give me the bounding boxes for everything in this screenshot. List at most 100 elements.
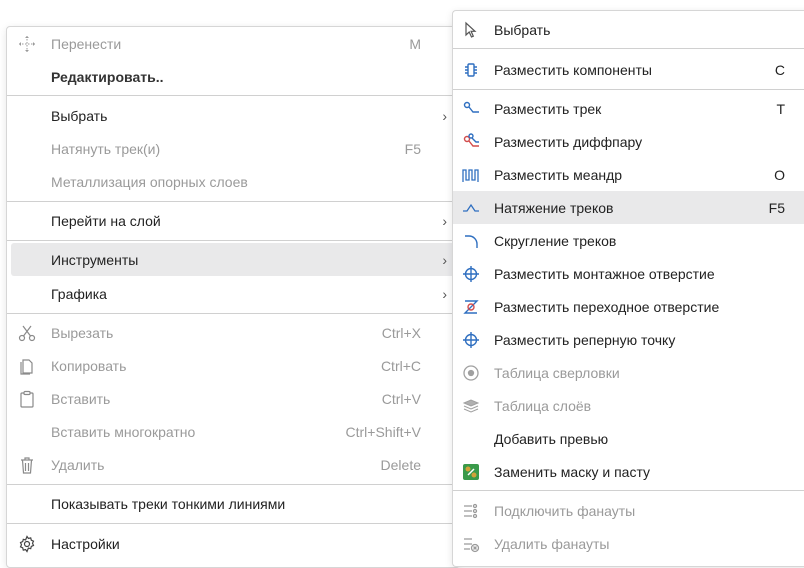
submenu-item-add-preview[interactable]: Добавить превью [453, 422, 804, 455]
separator [7, 240, 459, 241]
menu-item-delete[interactable]: Удалить Delete [7, 448, 459, 481]
paste-icon [17, 389, 37, 409]
menu-item-pull-track[interactable]: Натянуть трек(и) F5 [7, 132, 459, 165]
chevron-right-icon: › [442, 212, 447, 229]
submenu-item-delete-fanouts[interactable]: Удалить фанауты [453, 527, 804, 560]
tools-submenu: Выбрать Разместить компоненты C Размести… [452, 10, 804, 567]
menu-item-copy[interactable]: Копировать Ctrl+C [7, 349, 459, 382]
menu-item-label: Удалить фанауты [494, 535, 610, 552]
submenu-item-place-meander[interactable]: Разместить меандр O [453, 158, 804, 191]
menu-item-thin-tracks[interactable]: Показывать треки тонкими линиями [7, 487, 459, 520]
mask-paste-icon [461, 462, 481, 482]
menu-item-settings[interactable]: Настройки [7, 527, 459, 560]
submenu-item-place-track[interactable]: Разместить трек T [453, 92, 804, 125]
shortcut: O [774, 166, 785, 183]
meander-icon [461, 165, 481, 185]
chevron-right-icon: › [442, 107, 447, 124]
menu-item-label: Натяжение треков [494, 199, 614, 216]
menu-item-label: Настройки [51, 535, 120, 552]
submenu-item-place-components[interactable]: Разместить компоненты C [453, 53, 804, 86]
mounting-hole-icon [461, 264, 481, 284]
gear-icon [17, 534, 37, 554]
menu-item-label: Металлизация опорных слоев [51, 173, 248, 190]
submenu-item-track-rounding[interactable]: Скругление треков [453, 224, 804, 257]
submenu-item-via[interactable]: Разместить переходное отверстие [453, 290, 804, 323]
submenu-item-replace-mask-paste[interactable]: Заменить маску и пасту [453, 455, 804, 488]
shortcut: F5 [768, 199, 785, 216]
shortcut: Ctrl+C [380, 357, 421, 374]
shortcut: T [776, 100, 785, 117]
submenu-item-select[interactable]: Выбрать [453, 13, 804, 46]
menu-item-move[interactable]: Перенести M [7, 27, 459, 60]
menu-item-label: Разместить трек [494, 100, 602, 117]
menu-item-metallization[interactable]: Металлизация опорных слоев [7, 165, 459, 198]
menu-item-label: Инструменты [51, 251, 139, 268]
menu-item-label: Показывать треки тонкими линиями [51, 495, 286, 512]
submenu-item-fiducial[interactable]: Разместить реперную точку [453, 323, 804, 356]
menu-item-graphics[interactable]: Графика › [7, 277, 459, 310]
menu-item-label: Выбрать [51, 107, 108, 124]
component-icon [461, 60, 481, 80]
menu-item-label: Перейти на слой [51, 212, 161, 229]
menu-item-tools[interactable]: Инструменты › [11, 243, 455, 276]
menu-item-label: Вырезать [51, 324, 114, 341]
menu-item-label: Скругление треков [494, 232, 617, 249]
menu-item-select[interactable]: Выбрать › [7, 99, 459, 132]
menu-item-cut[interactable]: Вырезать Ctrl+X [7, 316, 459, 349]
separator [7, 95, 459, 96]
chevron-right-icon: › [442, 251, 447, 268]
fiducial-icon [461, 330, 481, 350]
menu-item-label: Выбрать [494, 21, 551, 38]
trash-icon [17, 455, 37, 475]
menu-item-label: Разместить монтажное отверстие [494, 265, 715, 282]
tension-icon [461, 198, 481, 218]
menu-item-go-to-layer[interactable]: Перейти на слой › [7, 204, 459, 237]
menu-item-label: Вставить многократно [51, 423, 196, 440]
menu-item-label: Удалить [51, 456, 105, 473]
submenu-item-connect-fanouts[interactable]: Подключить фанауты [453, 494, 804, 527]
cursor-icon [461, 20, 481, 40]
submenu-item-track-tension[interactable]: Натяжение треков F5 [453, 191, 804, 224]
separator [453, 48, 804, 49]
submenu-item-mounting-hole[interactable]: Разместить монтажное отверстие [453, 257, 804, 290]
shortcut: Ctrl+V [381, 390, 421, 407]
shortcut: Ctrl+Shift+V [345, 423, 421, 440]
shortcut: M [409, 35, 421, 52]
menu-item-label: Таблица сверловки [494, 364, 620, 381]
menu-item-paste-multiple[interactable]: Вставить многократно Ctrl+Shift+V [7, 415, 459, 448]
menu-item-label: Таблица слоёв [494, 397, 592, 414]
separator [453, 89, 804, 90]
menu-item-paste[interactable]: Вставить Ctrl+V [7, 382, 459, 415]
drill-table-icon [461, 363, 481, 383]
chevron-right-icon: › [442, 285, 447, 302]
menu-item-label: Разместить меандр [494, 166, 623, 183]
fanout-connect-icon [461, 501, 481, 521]
shortcut: Ctrl+X [381, 324, 421, 341]
rounding-icon [461, 231, 481, 251]
menu-item-label: Графика [51, 285, 107, 302]
layer-table-icon [461, 396, 481, 416]
separator [453, 490, 804, 491]
separator [7, 484, 459, 485]
separator [7, 523, 459, 524]
shortcut: Delete [380, 456, 421, 473]
shortcut: C [774, 61, 785, 78]
shortcut: F5 [404, 140, 421, 157]
menu-item-label: Копировать [51, 357, 127, 374]
submenu-item-place-diffpair[interactable]: Разместить диффпару [453, 125, 804, 158]
submenu-item-layer-table[interactable]: Таблица слоёв [453, 389, 804, 422]
submenu-item-drill-table[interactable]: Таблица сверловки [453, 356, 804, 389]
menu-item-label: Перенести [51, 35, 122, 52]
context-menu: Перенести M Редактировать.. Выбрать › На… [6, 26, 460, 568]
menu-item-label: Редактировать.. [51, 68, 164, 85]
separator [7, 201, 459, 202]
menu-item-label: Заменить маску и пасту [494, 463, 651, 480]
diffpair-icon [461, 132, 481, 152]
move-icon [17, 34, 37, 54]
scissors-icon [17, 323, 37, 343]
menu-item-label: Разместить реперную точку [494, 331, 676, 348]
menu-item-edit[interactable]: Редактировать.. [7, 60, 459, 93]
separator [7, 313, 459, 314]
menu-item-label: Натянуть трек(и) [51, 140, 161, 157]
menu-item-label: Подключить фанауты [494, 502, 636, 519]
